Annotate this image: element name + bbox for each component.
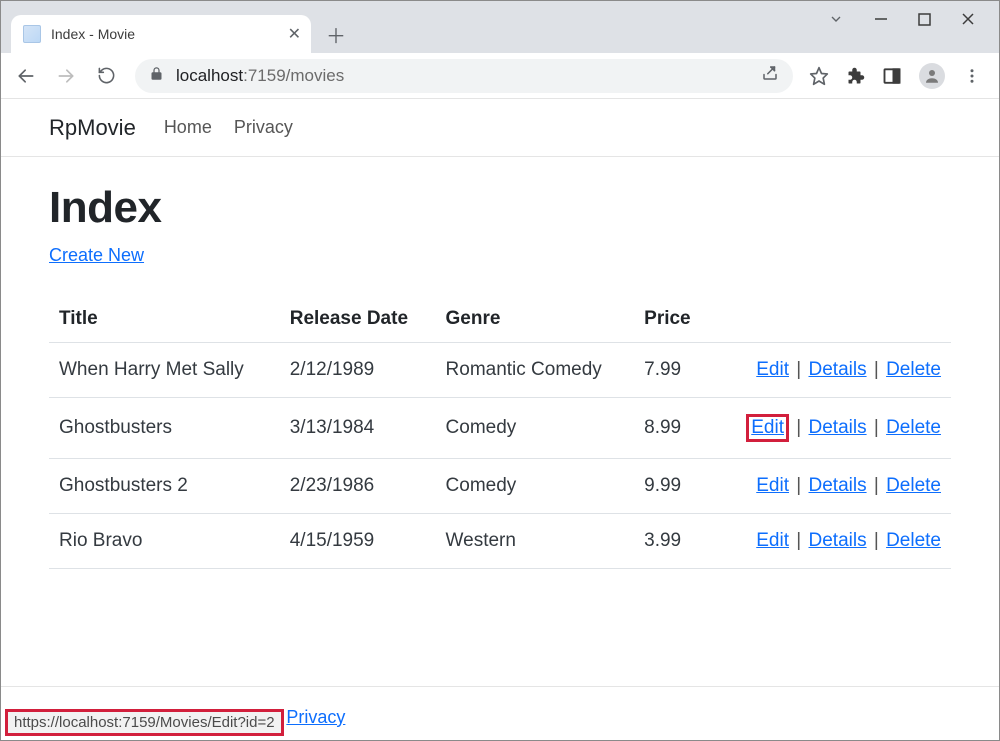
status-bar-url: https://localhost:7159/Movies/Edit?id=2 xyxy=(5,709,284,736)
cell-price: 3.99 xyxy=(634,513,709,568)
edit-link[interactable]: Edit xyxy=(756,530,789,551)
col-genre: Genre xyxy=(436,296,635,343)
cell-genre: Comedy xyxy=(436,398,635,459)
chevron-down-icon[interactable] xyxy=(828,11,844,27)
nav-privacy[interactable]: Privacy xyxy=(234,117,293,138)
delete-link[interactable]: Delete xyxy=(886,475,941,496)
cell-price: 8.99 xyxy=(634,398,709,459)
forward-button[interactable] xyxy=(49,59,83,93)
cell-release: 2/12/1989 xyxy=(280,343,436,398)
col-price: Price xyxy=(634,296,709,343)
delete-link[interactable]: Delete xyxy=(886,530,941,551)
new-tab-button[interactable]: ＋ xyxy=(321,19,351,49)
minimize-icon[interactable] xyxy=(874,12,888,26)
tab-title: Index - Movie xyxy=(51,26,135,42)
edit-link[interactable]: Edit xyxy=(751,417,784,438)
cell-release: 3/13/1984 xyxy=(280,398,436,459)
url-port: :7159 xyxy=(243,66,286,86)
page-title: Index xyxy=(49,183,951,233)
details-link[interactable]: Details xyxy=(809,475,867,496)
details-link[interactable]: Details xyxy=(809,359,867,380)
nav-home[interactable]: Home xyxy=(164,117,212,138)
profile-avatar-icon[interactable] xyxy=(919,63,945,89)
reload-button[interactable] xyxy=(89,59,123,93)
cell-release: 2/23/1986 xyxy=(280,458,436,513)
delete-link[interactable]: Delete xyxy=(886,417,941,438)
close-window-icon[interactable] xyxy=(961,12,975,26)
bookmark-star-icon[interactable] xyxy=(809,66,829,86)
cell-title: Rio Bravo xyxy=(49,513,280,568)
url-path: /movies xyxy=(286,66,345,86)
details-link[interactable]: Details xyxy=(809,417,867,438)
cell-price: 9.99 xyxy=(634,458,709,513)
create-new-link[interactable]: Create New xyxy=(49,245,144,265)
tab-close-icon[interactable]: ✕ xyxy=(288,24,301,44)
cell-genre: Western xyxy=(436,513,635,568)
table-row: When Harry Met Sally 2/12/1989 Romantic … xyxy=(49,343,951,398)
cell-title: When Harry Met Sally xyxy=(49,343,280,398)
details-link[interactable]: Details xyxy=(809,530,867,551)
back-button[interactable] xyxy=(9,59,43,93)
url-host: localhost xyxy=(176,66,243,86)
cell-title: Ghostbusters 2 xyxy=(49,458,280,513)
favicon-icon xyxy=(23,25,41,43)
cell-title: Ghostbusters xyxy=(49,398,280,459)
maximize-icon[interactable] xyxy=(918,13,931,26)
table-row: Ghostbusters 3/13/1984 Comedy 8.99 Edit … xyxy=(49,398,951,459)
share-icon[interactable] xyxy=(761,64,779,87)
delete-link[interactable]: Delete xyxy=(886,359,941,380)
address-bar[interactable]: localhost:7159/movies xyxy=(135,59,793,93)
footer-privacy-link[interactable]: Privacy xyxy=(286,707,345,727)
col-release: Release Date xyxy=(280,296,436,343)
table-row: Ghostbusters 2 2/23/1986 Comedy 9.99 Edi… xyxy=(49,458,951,513)
site-navbar: RpMovie Home Privacy xyxy=(1,99,999,157)
side-panel-icon[interactable] xyxy=(883,67,901,85)
table-row: Rio Bravo 4/15/1959 Western 3.99 Edit | … xyxy=(49,513,951,568)
browser-toolbar: localhost:7159/movies xyxy=(1,53,999,99)
cell-genre: Comedy xyxy=(436,458,635,513)
extensions-icon[interactable] xyxy=(847,67,865,85)
browser-tab[interactable]: Index - Movie ✕ xyxy=(11,15,311,53)
lock-icon xyxy=(149,66,164,85)
edit-link[interactable]: Edit xyxy=(756,359,789,380)
edit-link[interactable]: Edit xyxy=(756,475,789,496)
brand-link[interactable]: RpMovie xyxy=(49,115,136,141)
kebab-menu-icon[interactable] xyxy=(963,67,981,85)
cell-genre: Romantic Comedy xyxy=(436,343,635,398)
movies-table: Title Release Date Genre Price When Harr… xyxy=(49,296,951,569)
col-title: Title xyxy=(49,296,280,343)
cell-release: 4/15/1959 xyxy=(280,513,436,568)
cell-price: 7.99 xyxy=(634,343,709,398)
browser-titlebar: Index - Movie ✕ ＋ xyxy=(1,1,999,53)
